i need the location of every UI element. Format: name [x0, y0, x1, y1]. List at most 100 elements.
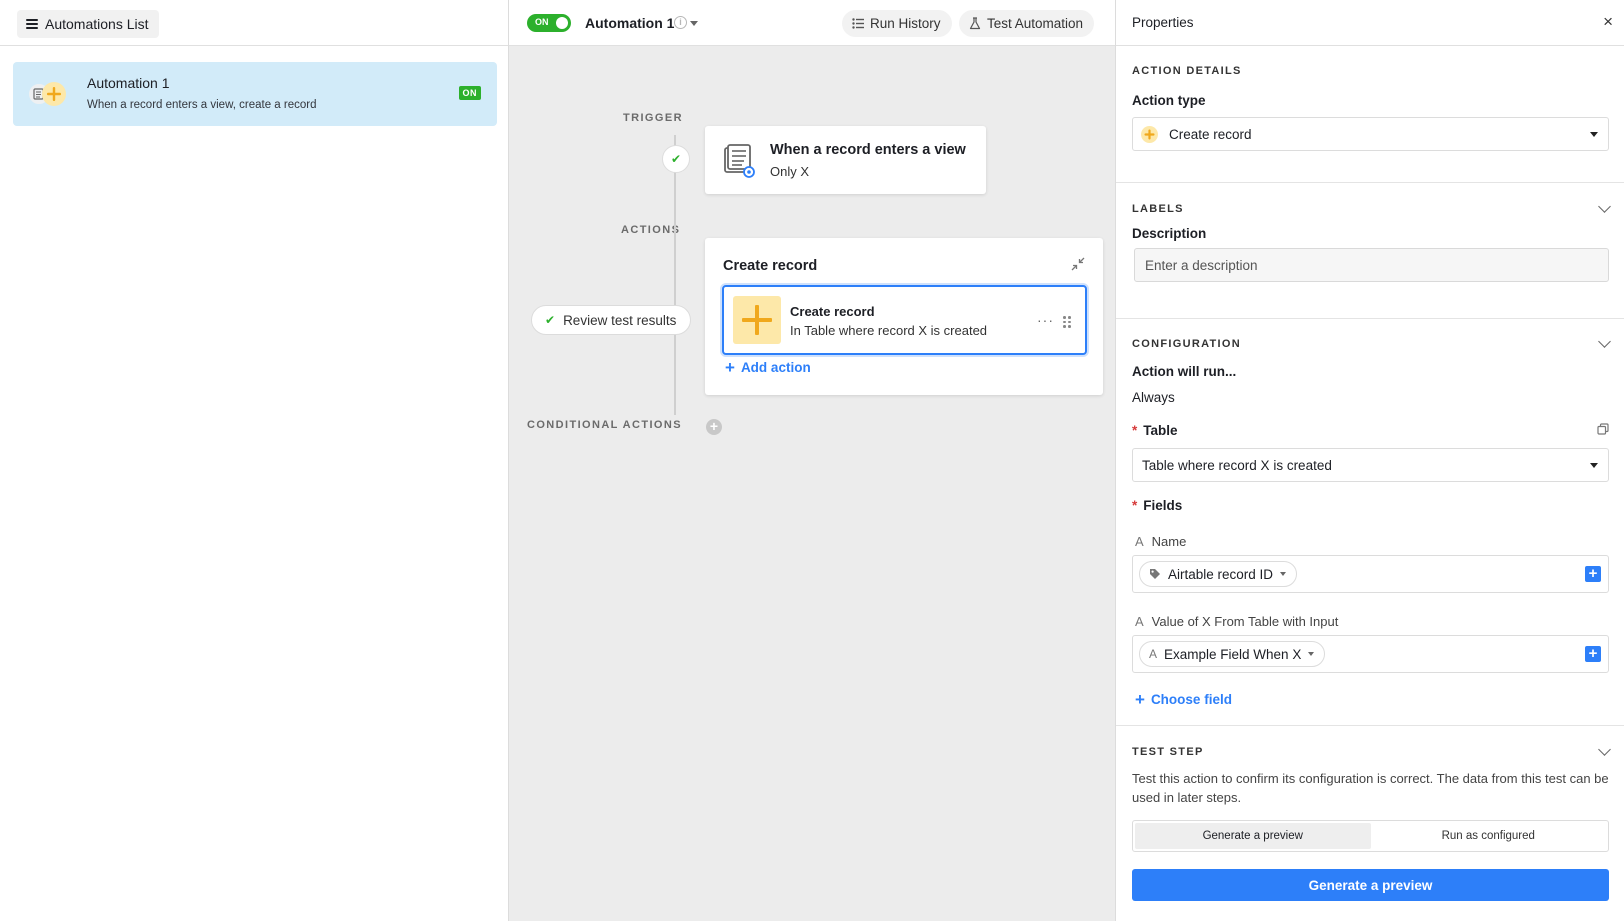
- automation-canvas: ON Automation 1 i Run History Test Autom…: [509, 0, 1116, 921]
- add-conditional-action-button[interactable]: +: [706, 419, 722, 435]
- token-chip-label: Example Field When X: [1164, 646, 1302, 662]
- tab-generate-preview[interactable]: Generate a preview: [1135, 823, 1371, 849]
- tag-icon: [1150, 569, 1160, 579]
- test-automation-button[interactable]: Test Automation: [959, 10, 1095, 37]
- field-label-value: A Value of X From Table with Input: [1135, 614, 1338, 629]
- automation-on-toggle[interactable]: ON: [527, 14, 571, 32]
- plus-icon: +: [1135, 689, 1145, 709]
- caret-down-icon: [1590, 463, 1598, 468]
- check-icon: ✔: [545, 313, 556, 327]
- field-name: Name: [1151, 534, 1187, 549]
- conditional-actions-label: CONDITIONAL ACTIONS: [527, 419, 682, 431]
- flow-connector-line: [674, 135, 676, 415]
- automations-list-label: Automations List: [45, 16, 149, 32]
- review-test-results-button[interactable]: ✔ Review test results: [531, 305, 691, 335]
- drag-handle-icon[interactable]: [1063, 316, 1071, 328]
- trigger-subtitle: Only X: [770, 164, 810, 179]
- token-chip[interactable]: A Example Field When X: [1139, 641, 1326, 667]
- more-options-icon[interactable]: ···: [1037, 312, 1054, 328]
- automation-list-item[interactable]: Automation 1 When a record enters a view…: [13, 62, 497, 126]
- will-run-value: Always: [1132, 390, 1175, 405]
- test-step-heading: TEST STEP: [1132, 746, 1204, 758]
- table-select[interactable]: Table where record X is created: [1132, 448, 1609, 482]
- chevron-down-icon[interactable]: [1598, 743, 1611, 756]
- token-chip-label: Airtable record ID: [1168, 566, 1274, 582]
- hamburger-icon: [26, 19, 38, 29]
- properties-header: Properties ×: [1116, 0, 1624, 46]
- action-item-create-record[interactable]: Create record In Table where record X is…: [722, 285, 1087, 355]
- labels-section: LABELS Description: [1116, 183, 1624, 319]
- list-icon: [852, 18, 864, 29]
- required-marker: *: [1132, 423, 1138, 438]
- add-action-button[interactable]: + Add action: [725, 357, 811, 377]
- insert-token-button[interactable]: +: [1585, 646, 1601, 662]
- action-item-subtitle: In Table where record X is created: [790, 323, 988, 338]
- automation-description: When a record enters a view, create a re…: [87, 99, 317, 111]
- chevron-down-icon[interactable]: [1598, 200, 1611, 213]
- status-badge: ON: [458, 86, 481, 100]
- configuration-section: CONFIGURATION Action will run... Always …: [1116, 319, 1624, 726]
- labels-heading: LABELS: [1132, 203, 1184, 215]
- plus-icon: [733, 296, 781, 344]
- properties-panel: Properties × ACTION DETAILS Action type …: [1116, 0, 1624, 921]
- table-select-value: Table where record X is created: [1142, 458, 1332, 473]
- run-history-button[interactable]: Run History: [842, 10, 952, 37]
- plus-icon: [1141, 126, 1158, 143]
- properties-title: Properties: [1132, 15, 1194, 30]
- insert-token-button[interactable]: +: [1585, 566, 1601, 582]
- trigger-card[interactable]: When a record enters a view Only X: [705, 126, 986, 194]
- action-type-select[interactable]: Create record: [1132, 117, 1609, 151]
- action-details-heading: ACTION DETAILS: [1132, 65, 1242, 77]
- table-view-icon: [722, 144, 756, 178]
- text-field-icon: A: [1135, 534, 1144, 549]
- action-type-label: Action type: [1132, 93, 1206, 108]
- field-label-name: A Name: [1135, 534, 1186, 549]
- automation-name-title[interactable]: Automation 1: [585, 15, 674, 31]
- run-history-label: Run History: [870, 16, 941, 31]
- token-chip[interactable]: Airtable record ID: [1139, 561, 1298, 587]
- actions-card-title: Create record: [723, 258, 818, 274]
- copy-icon[interactable]: [1597, 423, 1609, 435]
- action-type-value: Create record: [1169, 127, 1252, 142]
- text-field-icon: A: [1149, 647, 1158, 661]
- actions-section-label: ACTIONS: [621, 224, 681, 236]
- tab-run-as-configured[interactable]: Run as configured: [1371, 823, 1607, 849]
- action-item-title: Create record: [790, 304, 875, 319]
- automations-list-button[interactable]: Automations List: [17, 10, 159, 38]
- description-label: Description: [1132, 226, 1207, 241]
- choose-field-label: Choose field: [1150, 692, 1232, 707]
- plus-icon: [42, 82, 66, 106]
- add-action-label: Add action: [740, 360, 811, 375]
- automation-name: Automation 1: [87, 75, 170, 91]
- choose-field-button[interactable]: + Choose field: [1135, 689, 1232, 709]
- info-icon[interactable]: i: [674, 16, 687, 29]
- close-icon[interactable]: ×: [1603, 12, 1613, 32]
- chevron-down-icon[interactable]: [690, 21, 698, 26]
- automations-panel: Automations List Automation 1 When a rec…: [0, 0, 509, 921]
- canvas-toolbar: ON Automation 1 i Run History Test Autom…: [509, 0, 1115, 46]
- description-input[interactable]: [1134, 248, 1609, 282]
- plus-icon: +: [725, 357, 735, 377]
- actions-card: Create record Create record In Table whe…: [705, 238, 1103, 395]
- caret-down-icon: [1308, 652, 1315, 656]
- review-test-results-label: Review test results: [563, 312, 677, 328]
- fields-label-text: Fields: [1143, 498, 1183, 513]
- trigger-title: When a record enters a view: [770, 142, 966, 158]
- flask-icon: [969, 17, 981, 30]
- automations-panel-header: Automations List: [0, 0, 508, 46]
- text-field-icon: A: [1135, 614, 1144, 629]
- caret-down-icon: [1590, 132, 1598, 137]
- field-value-box[interactable]: A Example Field When X +: [1132, 635, 1609, 673]
- required-marker: *: [1132, 498, 1138, 513]
- test-mode-tabs: Generate a preview Run as configured: [1132, 820, 1609, 852]
- fields-label: * Fields: [1132, 498, 1182, 513]
- generate-preview-button[interactable]: Generate a preview: [1132, 869, 1609, 901]
- toggle-knob: [556, 17, 568, 29]
- trigger-status-check-icon: ✔: [662, 145, 690, 173]
- chevron-down-icon[interactable]: [1598, 335, 1611, 348]
- field-value-box[interactable]: Airtable record ID +: [1132, 555, 1609, 593]
- table-label-text: Table: [1143, 423, 1178, 438]
- collapse-arrows-icon[interactable]: [1070, 256, 1086, 272]
- field-name: Value of X From Table with Input: [1151, 614, 1339, 629]
- test-automation-label: Test Automation: [987, 16, 1084, 31]
